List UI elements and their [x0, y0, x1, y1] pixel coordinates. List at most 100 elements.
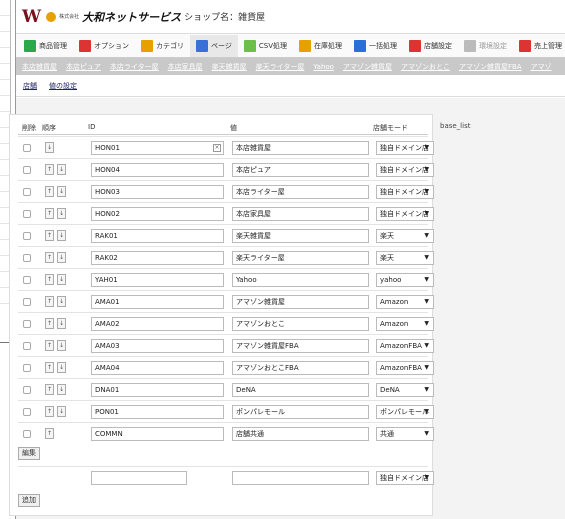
value-input[interactable]: 店舗共通 [232, 427, 369, 441]
menu-item-sales[interactable]: 売上管理 [513, 35, 565, 57]
move-up-button[interactable]: ↑ [45, 362, 54, 373]
menu-item-product[interactable]: 商品管理 [18, 35, 73, 57]
move-up-button[interactable]: ↑ [45, 428, 54, 439]
value-input[interactable]: 楽天雑貨屋 [232, 229, 369, 243]
move-up-button[interactable]: ↑ [45, 296, 54, 307]
delete-checkbox[interactable] [23, 320, 31, 328]
move-up-button[interactable]: ↑ [45, 340, 54, 351]
subnav-link[interactable]: 楽天雑貨屋 [212, 62, 247, 72]
value-input[interactable]: ポンパレモール [232, 405, 369, 419]
menu-item-category[interactable]: カテゴリ [135, 35, 190, 57]
id-input[interactable]: AMA04 [91, 361, 224, 375]
id-input[interactable]: AMA01 [91, 295, 224, 309]
id-input[interactable]: DNA01 [91, 383, 224, 397]
clear-icon[interactable]: × [213, 144, 221, 152]
id-input[interactable]: YAH01 [91, 273, 224, 287]
new-id-input[interactable] [91, 471, 187, 485]
move-up-button[interactable]: ↑ [45, 384, 54, 395]
delete-checkbox[interactable] [23, 144, 31, 152]
delete-checkbox[interactable] [23, 232, 31, 240]
move-down-button[interactable]: ↓ [57, 252, 66, 263]
subnav-link[interactable]: アマゾン雑貨屋FBA [459, 62, 522, 72]
value-input[interactable]: アマゾンおとこ [232, 317, 369, 331]
store-mode-select[interactable]: 独自ドメイン店 ▼ [376, 141, 434, 155]
value-input[interactable]: 本店家具屋 [232, 207, 369, 221]
store-mode-select[interactable]: AmazonFBA ▼ [376, 339, 434, 353]
move-up-button[interactable]: ↑ [45, 274, 54, 285]
move-down-button[interactable]: ↓ [57, 384, 66, 395]
delete-checkbox[interactable] [23, 276, 31, 284]
move-down-button[interactable]: ↓ [57, 274, 66, 285]
move-down-button[interactable]: ↓ [57, 230, 66, 241]
delete-checkbox[interactable] [23, 408, 31, 416]
store-mode-select[interactable]: 独自ドメイン店 ▼ [376, 207, 434, 221]
store-mode-select[interactable]: yahoo ▼ [376, 273, 434, 287]
move-down-button[interactable]: ↓ [57, 296, 66, 307]
id-input[interactable]: AMA02 [91, 317, 224, 331]
delete-checkbox[interactable] [23, 298, 31, 306]
delete-checkbox[interactable] [23, 386, 31, 394]
value-input[interactable]: アマゾン雑貨屋 [232, 295, 369, 309]
move-down-button[interactable]: ↓ [57, 318, 66, 329]
subnav-link[interactable]: 本店家具屋 [168, 62, 203, 72]
id-input[interactable]: RAK02 [91, 251, 224, 265]
move-down-button[interactable]: ↓ [57, 362, 66, 373]
value-input[interactable]: 本店雑貨屋 [232, 141, 369, 155]
value-input[interactable]: アマゾン雑貨屋FBA [232, 339, 369, 353]
tab-value-settings[interactable]: 値の設定 [49, 81, 77, 91]
tab-store[interactable]: 店舗 [23, 81, 37, 91]
menu-item-store-settings[interactable]: 店舗設定 [403, 35, 458, 57]
subnav-link[interactable]: アマゾンおとこ [401, 62, 450, 72]
move-up-button[interactable]: ↑ [45, 164, 54, 175]
menu-item-option[interactable]: オプション [73, 35, 135, 57]
value-input[interactable]: アマゾンおとこFBA [232, 361, 369, 375]
move-down-button[interactable]: ↓ [57, 164, 66, 175]
menu-item-stock[interactable]: 在庫処理 [293, 35, 348, 57]
store-mode-select[interactable]: 独自ドメイン店 ▼ [376, 163, 434, 177]
value-input[interactable]: 本店ピュア [232, 163, 369, 177]
subnav-link[interactable]: アマゾ [531, 62, 552, 72]
store-mode-select[interactable]: 楽天 ▼ [376, 251, 434, 265]
id-input[interactable]: HON01 × [91, 141, 224, 155]
store-mode-select[interactable]: 独自ドメイン店 ▼ [376, 185, 434, 199]
store-mode-select[interactable]: Amazon ▼ [376, 317, 434, 331]
move-down-button[interactable]: ↓ [57, 208, 66, 219]
id-input[interactable]: COMMN [91, 427, 224, 441]
value-input[interactable]: 楽天ライター屋 [232, 251, 369, 265]
subnav-link[interactable]: 本店ピュア [66, 62, 101, 72]
id-input[interactable]: HON04 [91, 163, 224, 177]
move-down-button[interactable]: ↓ [57, 340, 66, 351]
move-down-button[interactable]: ↓ [57, 406, 66, 417]
new-store-mode-select[interactable]: 独自ドメイン店 ▼ [376, 471, 434, 485]
delete-checkbox[interactable] [23, 166, 31, 174]
value-input[interactable]: 本店ライター屋 [232, 185, 369, 199]
menu-item-env-settings[interactable]: 環境設定 [458, 35, 513, 57]
menu-item-page[interactable]: ページ [190, 34, 238, 57]
store-mode-select[interactable]: ポンパレモール ▼ [376, 405, 434, 419]
move-down-button[interactable]: ↓ [45, 142, 54, 153]
subnav-link[interactable]: 本店雑貨屋 [22, 62, 57, 72]
move-up-button[interactable]: ↑ [45, 186, 54, 197]
delete-checkbox[interactable] [23, 254, 31, 262]
store-mode-select[interactable]: DeNA ▼ [376, 383, 434, 397]
move-up-button[interactable]: ↑ [45, 406, 54, 417]
add-button[interactable]: 追加 [18, 494, 40, 507]
menu-item-batch[interactable]: 一括処理 [348, 35, 403, 57]
edit-button[interactable]: 編集 [18, 447, 40, 460]
store-mode-select[interactable]: AmazonFBA ▼ [376, 361, 434, 375]
id-input[interactable]: HON02 [91, 207, 224, 221]
value-input[interactable]: Yahoo [232, 273, 369, 287]
id-input[interactable]: HON03 [91, 185, 224, 199]
delete-checkbox[interactable] [23, 210, 31, 218]
id-input[interactable]: PON01 [91, 405, 224, 419]
store-mode-select[interactable]: Amazon ▼ [376, 295, 434, 309]
move-down-button[interactable]: ↓ [57, 186, 66, 197]
delete-checkbox[interactable] [23, 430, 31, 438]
store-mode-select[interactable]: 共通 ▼ [376, 427, 434, 441]
value-input[interactable]: DeNA [232, 383, 369, 397]
delete-checkbox[interactable] [23, 188, 31, 196]
id-input[interactable]: AMA03 [91, 339, 224, 353]
new-value-input[interactable] [232, 471, 369, 485]
delete-checkbox[interactable] [23, 342, 31, 350]
subnav-link[interactable]: Yahoo [313, 63, 334, 71]
